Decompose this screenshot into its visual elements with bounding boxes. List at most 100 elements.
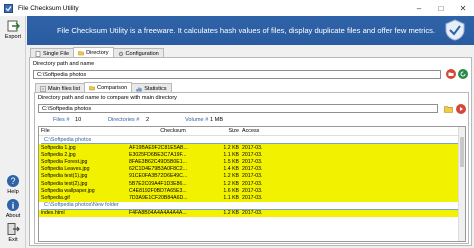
file-cell: Softpedia 2.jpg bbox=[41, 151, 76, 158]
column-checksum[interactable]: Checksum bbox=[129, 128, 217, 134]
gear-icon bbox=[118, 51, 124, 57]
directories-count-value: 2 bbox=[146, 117, 150, 123]
size-cell: 1.2 KB bbox=[223, 210, 239, 217]
checksum-cell: AF19BAE9F2C81E5AB... bbox=[129, 144, 188, 151]
table-row[interactable]: Softpedia 2.jpg E3025FD6BE3C7A19F... 1.1 K… bbox=[39, 151, 465, 159]
close-button[interactable]: ✕ bbox=[452, 0, 474, 16]
play-icon bbox=[460, 107, 463, 111]
table-row[interactable]: Softpedia 1.jpg AF19BAE9F2C81E5AB... 1.2 K… bbox=[39, 144, 465, 152]
access-cell: 2017-03... bbox=[242, 166, 262, 173]
group-header: C:\Softpedia photos\New folder bbox=[41, 202, 463, 210]
column-size[interactable]: Size bbox=[217, 128, 242, 134]
export-label: Export bbox=[4, 34, 22, 40]
file-cell: Softpedia Forest.jpg bbox=[41, 158, 88, 165]
tab-configuration-label: Configuration bbox=[125, 50, 159, 57]
checksum-cell: 7D3A9E1CF20B84A6D... bbox=[129, 194, 188, 201]
compare-path-value: C:\Softpedia photos bbox=[42, 105, 92, 112]
access-cell: 2017-03... bbox=[242, 180, 262, 187]
compare-path-label: Directory path and name to compare with … bbox=[38, 95, 177, 101]
checksum-cell: E3025FD6BE3C7A19F... bbox=[129, 151, 187, 158]
access-cell: 2017-03... bbox=[242, 151, 262, 158]
table-row[interactable]: Softpedia test(1).jpg 91CE0FA3B72D6E49C..… bbox=[39, 172, 465, 180]
files-count-label: Files # bbox=[53, 117, 70, 123]
access-cell: 2017-03... bbox=[242, 187, 262, 194]
browse-directory-button[interactable] bbox=[446, 69, 456, 79]
access-cell: 2017-03... bbox=[242, 210, 262, 217]
access-cell: 2017-03... bbox=[242, 158, 262, 165]
access-cell: 2017-03... bbox=[242, 144, 262, 151]
access-cell: 2017-03... bbox=[242, 173, 262, 180]
svg-text:?: ? bbox=[10, 176, 15, 186]
table-row[interactable]: Softpedia Leaves.jpg 62C1D4E79B3A0F8C2...… bbox=[39, 165, 465, 173]
file-cell: index.html bbox=[41, 210, 65, 217]
list-icon bbox=[40, 85, 46, 92]
directory-path-input[interactable]: C:\Softpedia photos bbox=[33, 70, 441, 79]
minimize-button[interactable]: – bbox=[408, 0, 430, 16]
banner-text: File Checksum Utility is a freeware. It … bbox=[57, 26, 436, 35]
help-icon: ? bbox=[5, 173, 21, 189]
size-cell: 1.2 KB bbox=[223, 173, 239, 180]
table-row[interactable]: Softpedia wallpaper.jpg C4E8192F0BD7A65E3… bbox=[39, 187, 465, 195]
directory-panel: Directory path and name C:\Softpedia pho… bbox=[29, 57, 472, 246]
compare-path-input[interactable]: C:\Softpedia photos bbox=[38, 104, 438, 113]
files-count-value: 10 bbox=[75, 117, 82, 123]
table-row[interactable]: Softpedia test(2).jpg 5B7E2C09A4F1D3E86..… bbox=[39, 179, 465, 188]
volume-value: 1 MB bbox=[210, 117, 224, 123]
table-row[interactable]: index.html F4FA8B04A4A4A4A4A... 1.2 KB 2017… bbox=[39, 209, 465, 217]
checksum-cell: 8FAE3B62C49D5B0E1... bbox=[129, 158, 187, 165]
scrollbar-thumb[interactable] bbox=[460, 137, 464, 167]
folder-open-icon bbox=[448, 72, 454, 76]
export-icon bbox=[5, 18, 21, 34]
run-compare-button[interactable] bbox=[456, 104, 466, 114]
exit-icon bbox=[5, 221, 21, 237]
file-cell: Softpedia 1.jpg bbox=[41, 144, 76, 151]
about-button[interactable]: i About bbox=[0, 197, 26, 219]
table-row[interactable]: Softpedia Forest.jpg 8FAE3B62C49D5B0E1...… bbox=[39, 158, 465, 166]
checksum-cell: 62C1D4E79B3A0F8C2... bbox=[129, 166, 187, 173]
left-toolbar: Export ? Help i About Exit bbox=[0, 16, 26, 248]
vertical-scrollbar[interactable] bbox=[458, 127, 465, 241]
export-button[interactable]: Export bbox=[0, 18, 26, 40]
chart-icon bbox=[136, 86, 142, 92]
file-cell: Softpedia Leaves.jpg bbox=[41, 166, 90, 173]
column-access[interactable]: Access bbox=[242, 128, 262, 134]
size-cell: 1.5 KB bbox=[223, 158, 239, 165]
size-cell: 1.2 KB bbox=[223, 180, 239, 187]
stats-row: Files # 10 Directories # 2 Volume # 1 MB bbox=[38, 116, 466, 125]
help-label: Help bbox=[7, 189, 19, 195]
list-header: File Checksum Size Access bbox=[39, 127, 465, 136]
size-cell: 1.1 KB bbox=[223, 151, 239, 158]
folder-icon bbox=[78, 50, 84, 56]
table-row[interactable]: Softpedia.gif 7D3A9E1CF20B84A6D... 1.1 KB 2… bbox=[39, 194, 465, 202]
checksum-cell: 91CE0FA3B72D6E49C... bbox=[129, 173, 188, 180]
refresh-button[interactable] bbox=[458, 69, 468, 79]
folder-open-icon bbox=[443, 106, 453, 113]
comparison-panel: Directory path and name to compare with … bbox=[34, 92, 469, 244]
info-banner: File Checksum Utility is a freeware. It … bbox=[27, 16, 474, 45]
group-header: C:\Softpedia photos bbox=[41, 136, 463, 144]
help-button[interactable]: ? Help bbox=[0, 173, 26, 195]
comparison-file-list[interactable]: File Checksum Size Access C:\Softpedia p… bbox=[38, 126, 466, 242]
directories-count-label: Directories # bbox=[108, 117, 140, 123]
column-file[interactable]: File bbox=[39, 128, 129, 134]
folder-icon bbox=[89, 85, 95, 91]
refresh-icon bbox=[460, 71, 466, 77]
access-cell: 2017-03... bbox=[242, 194, 262, 201]
app-logo-icon bbox=[444, 19, 466, 41]
checksum-cell: C4E8192F0BD7A65E3... bbox=[129, 187, 187, 194]
tab-main-files-list-label: Main files list bbox=[48, 85, 81, 92]
browse-compare-button[interactable] bbox=[443, 104, 453, 114]
size-cell: 1.1 KB bbox=[223, 194, 239, 201]
exit-label: Exit bbox=[8, 237, 18, 243]
info-icon: i bbox=[5, 197, 21, 213]
file-cell: Softpedia.gif bbox=[41, 194, 70, 201]
tab-single-file-label: Single File bbox=[43, 50, 70, 57]
tab-comparison-label: Comparison bbox=[97, 85, 128, 91]
file-cell: Softpedia test(1).jpg bbox=[41, 173, 88, 180]
tab-statistics-label: Statistics bbox=[144, 85, 167, 92]
size-cell: 1.4 KB bbox=[223, 166, 239, 173]
checksum-cell: F4FA8B04A4A4A4A4A... bbox=[129, 210, 187, 217]
maximize-button[interactable]: □ bbox=[430, 0, 452, 16]
exit-button[interactable]: Exit bbox=[0, 221, 26, 243]
file-cell: Softpedia wallpaper.jpg bbox=[41, 187, 95, 194]
